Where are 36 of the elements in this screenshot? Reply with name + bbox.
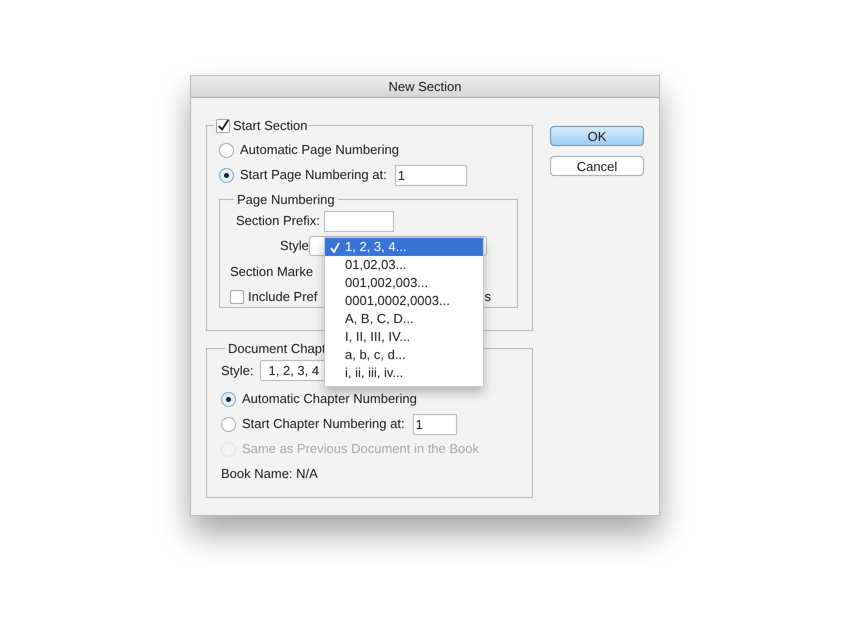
radio-button[interactable] — [221, 416, 236, 432]
menu-item[interactable]: 001,002,003... — [325, 274, 483, 292]
radio-button[interactable] — [221, 392, 236, 406]
window-title: New Section — [388, 78, 462, 96]
group-title: Page Numbering — [237, 192, 335, 206]
book-name-text: Book Name: N/A — [221, 465, 318, 484]
prefix-field[interactable] — [324, 210, 394, 232]
menu-item[interactable]: I, II, III, IV... — [325, 328, 483, 346]
number-field[interactable]: 1 — [412, 414, 457, 434]
checkbox-label: Include Pref — [248, 288, 318, 306]
field-label: Style — [280, 237, 309, 256]
field-label: Style: — [221, 362, 254, 380]
radio-label: Start Chapter Numbering at: — [242, 415, 405, 434]
menu-item[interactable]: 0001,0002,0003... — [325, 292, 483, 310]
checkbox-label: Start Section — [233, 117, 308, 135]
check-icon — [330, 242, 340, 252]
radio-button[interactable] — [219, 142, 234, 158]
radio-label: Automatic Chapter Numbering — [242, 390, 417, 408]
dialog-button[interactable]: Cancel — [550, 156, 644, 176]
menu-item[interactable]: 1, 2, 3, 4... — [325, 238, 483, 256]
menu-item[interactable]: i, ii, iii, iv... — [325, 364, 483, 382]
radio-label: Start Page Numbering at: — [240, 166, 387, 184]
group-title: Document Chapt — [228, 341, 326, 356]
radio-label: Automatic Page Numbering — [240, 141, 399, 160]
menu-item[interactable]: A, B, C, D... — [325, 310, 483, 328]
field-label: Section Marke — [230, 262, 314, 281]
checkbox-label-tail: s — [484, 288, 491, 306]
number-field[interactable]: 1 — [394, 164, 467, 186]
menu-item[interactable]: a, b, c, d... — [325, 346, 483, 364]
field-label: Section Prefix: — [236, 212, 320, 230]
dialog-button[interactable]: OK — [550, 126, 644, 146]
menu-item[interactable]: 01,02,03... — [325, 256, 483, 274]
checkbox[interactable] — [230, 290, 244, 304]
checkbox[interactable] — [216, 118, 230, 133]
radio-label: Same as Previous Document in the Book — [242, 440, 480, 458]
radio-button[interactable] — [219, 168, 234, 182]
